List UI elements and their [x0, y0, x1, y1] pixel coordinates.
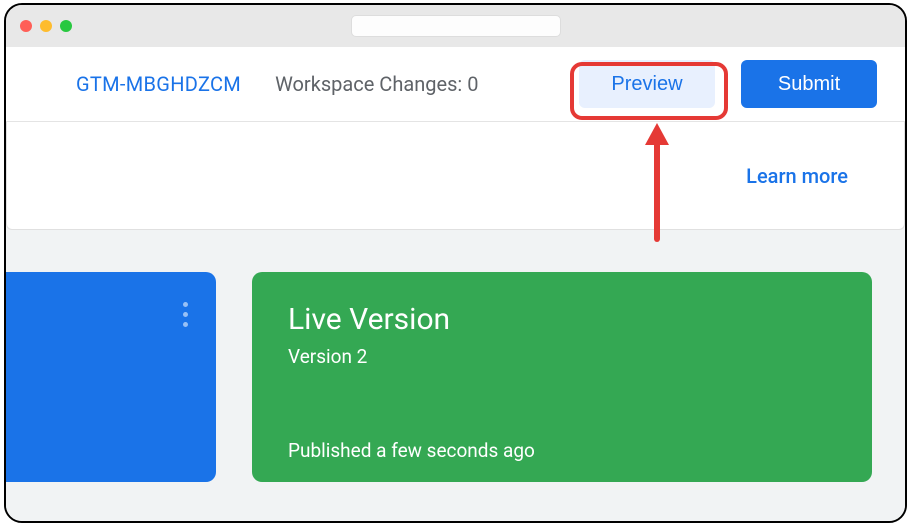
preview-button[interactable]: Preview [579, 60, 715, 108]
workspace-changes-text: Workspace Changes: [275, 72, 462, 96]
title-bar [6, 5, 905, 47]
content-area: Learn more Live Version Version 2 Publis… [6, 122, 905, 521]
live-version-title: Live Version [288, 302, 836, 337]
submit-button[interactable]: Submit [741, 60, 877, 108]
maximize-window-button[interactable] [60, 20, 72, 32]
workspace-changes-label: Workspace Changes: 0 [275, 72, 478, 96]
workspace-card[interactable] [4, 272, 216, 482]
gtm-header: GTM-MBGHDZCM Workspace Changes: 0 Previe… [6, 47, 905, 122]
browser-window: GTM-MBGHDZCM Workspace Changes: 0 Previe… [4, 3, 907, 523]
live-version-subtitle: Version 2 [288, 345, 836, 368]
address-bar[interactable] [351, 15, 561, 37]
container-id-link[interactable]: GTM-MBGHDZCM [76, 72, 241, 96]
cards-row: Live Version Version 2 Published a few s… [4, 230, 905, 482]
more-options-icon[interactable] [177, 296, 194, 333]
info-banner: Learn more [6, 122, 905, 230]
close-window-button[interactable] [20, 20, 32, 32]
learn-more-link[interactable]: Learn more [746, 164, 848, 188]
window-controls [20, 20, 72, 32]
live-version-card[interactable]: Live Version Version 2 Published a few s… [252, 272, 872, 482]
workspace-changes-count: 0 [467, 72, 478, 96]
live-version-published: Published a few seconds ago [288, 439, 836, 462]
minimize-window-button[interactable] [40, 20, 52, 32]
